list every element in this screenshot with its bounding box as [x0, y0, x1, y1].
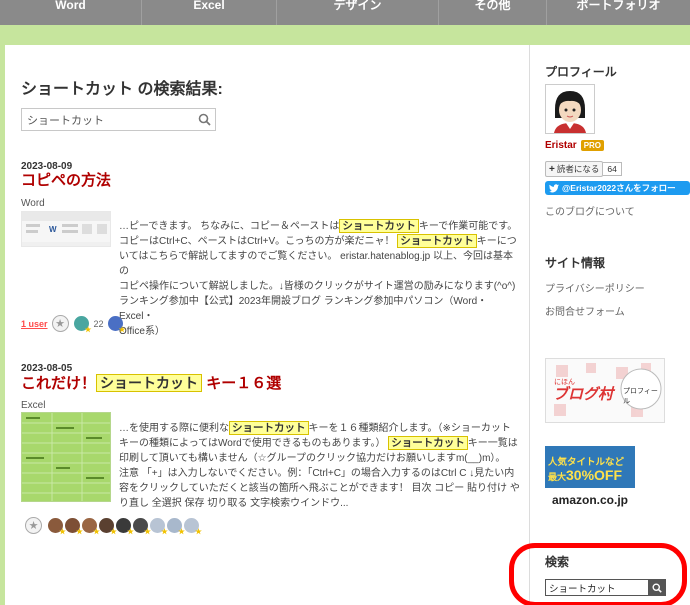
user-avatar[interactable] [184, 518, 199, 533]
nav-item-portfolio[interactable]: ポートフォリオ [547, 0, 690, 25]
search-query-text: ショートカット [27, 114, 104, 127]
user-avatar[interactable] [48, 518, 63, 533]
nav-item-other[interactable]: その他 [439, 0, 547, 25]
user-avatar[interactable] [65, 518, 80, 533]
twitter-icon [549, 183, 559, 192]
user-avatar[interactable] [107, 316, 123, 331]
star-bar: 1 user ★ 22 [21, 315, 123, 332]
about-blog-link[interactable]: このブログについて [545, 203, 635, 218]
user-avatar[interactable] [73, 316, 89, 331]
reader-count: 64 [603, 162, 622, 176]
keyword-highlight: ショートカット [96, 374, 203, 392]
top-navigation: Word Excel デザイン その他 ポートフォリオ [0, 0, 690, 25]
blogmura-banner[interactable]: にほん ブログ村 プロフィール [545, 358, 665, 423]
entry-category-link[interactable]: Word [21, 198, 45, 209]
keyword-highlight: ショートカット [388, 436, 468, 450]
entry-excerpt: …を使用する際に便利な ショートカット キーを１６種類紹介します。（※ショーカット … [119, 421, 520, 509]
profile-name-link[interactable]: Eristar [545, 140, 577, 151]
user-avatar[interactable] [133, 518, 148, 533]
contact-form-link[interactable]: お問合せフォーム [545, 303, 625, 318]
search-icon[interactable] [193, 109, 215, 130]
amazon-text-1: 人気タイトルなど [548, 457, 625, 468]
nav-label: Word [55, 0, 86, 12]
user-avatar[interactable] [167, 518, 182, 533]
amazon-banner[interactable]: 人気タイトルなど 最大 30%OFF amazon.co.jp [545, 446, 635, 512]
nav-label: Excel [193, 0, 225, 12]
blogmura-logo: ブログ村 [553, 386, 614, 403]
entry-thumbnail[interactable]: W [21, 211, 111, 247]
user-avatar[interactable] [82, 518, 97, 533]
site-info-heading: サイト情報 [545, 256, 606, 270]
profile-avatar[interactable] [545, 84, 595, 134]
twitter-follow-button[interactable]: @Eristar2022さんをフォロー [545, 181, 690, 195]
nav-label: その他 [474, 0, 511, 12]
add-star-button[interactable]: ★ [25, 517, 42, 534]
svg-text:W: W [49, 225, 57, 234]
amazon-logo: amazon.co.jp [545, 488, 635, 512]
blogmura-profile-label: プロフィール [623, 388, 658, 405]
star-bar: ★ [25, 517, 199, 534]
reader-row: + 読者になる 64 [545, 161, 622, 177]
search-input[interactable]: ショートカット [21, 108, 216, 131]
add-star-button[interactable]: ★ [51, 315, 69, 332]
bookmark-users-link[interactable]: 1 user [21, 319, 48, 329]
entry-category-link[interactable]: Excel [21, 400, 45, 411]
nav-item-word[interactable]: Word [0, 0, 142, 25]
amazon-text-2: 最大 30%OFF [548, 467, 623, 483]
pro-badge: PRO [580, 140, 605, 151]
user-avatar[interactable] [99, 518, 114, 533]
entry-title-link[interactable]: これだけ！ ショートカット キー１６選 [21, 372, 281, 395]
page-title: ショートカット の検索結果: [21, 81, 223, 98]
nav-item-excel[interactable]: Excel [142, 0, 277, 25]
keyword-highlight: ショートカット [339, 219, 419, 233]
star-count[interactable]: 22 [94, 319, 104, 329]
entry-thumbnail[interactable] [21, 412, 111, 502]
nav-item-design[interactable]: デザイン [277, 0, 439, 25]
highlight-annotation-ring [509, 543, 687, 605]
nav-label: ポートフォリオ [576, 0, 661, 12]
user-avatar[interactable] [116, 518, 131, 533]
profile-heading: プロフィール [545, 65, 617, 79]
subscribe-button[interactable]: + 読者になる [545, 161, 604, 177]
nav-label: デザイン [333, 0, 382, 12]
privacy-policy-link[interactable]: プライバシーポリシー [545, 280, 645, 295]
user-avatar[interactable] [150, 518, 165, 533]
profile-name-row: Eristar PRO [545, 140, 605, 151]
plus-icon: + [549, 163, 555, 175]
entry-excerpt: …ピーできます。 ちなみに、コピー＆ペーストは ショートカット キーで作業可能です。… [119, 219, 518, 337]
keyword-highlight: ショートカット [229, 421, 309, 435]
keyword-highlight: ショートカット [397, 234, 477, 248]
entry-title-link[interactable]: コピペの方法 [21, 170, 111, 192]
